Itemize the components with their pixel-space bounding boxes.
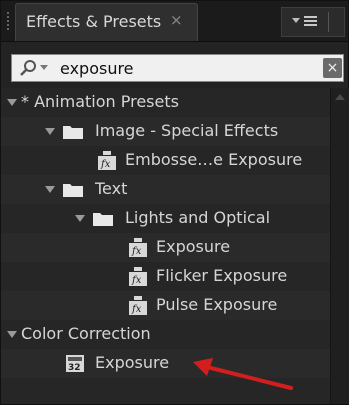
tree-item-lights-and-optical[interactable]: Lights and Optical xyxy=(1,204,330,233)
expand-triangle-icon[interactable] xyxy=(45,186,55,193)
expand-triangle-icon[interactable] xyxy=(45,128,55,135)
tree-item-pulse-exposure[interactable]: fx Pulse Exposure xyxy=(1,291,330,320)
tree-item-label: Lights and Optical xyxy=(125,208,271,227)
search-input[interactable]: exposure × xyxy=(11,54,344,82)
panel-menu-button[interactable] xyxy=(281,7,345,37)
scroll-up-arrow-icon[interactable] xyxy=(335,94,345,100)
tree-item-embossed-exposure[interactable]: fx Embosse…e Exposure xyxy=(1,146,330,175)
search-icon[interactable] xyxy=(18,59,38,77)
expand-triangle-icon[interactable] xyxy=(75,215,85,222)
folder-icon xyxy=(63,126,83,139)
divider xyxy=(328,12,329,32)
svg-text:fx: fx xyxy=(100,159,111,170)
tree-item-label: Exposure xyxy=(156,237,231,256)
tab-label: Effects & Presets xyxy=(26,12,162,31)
tab-effects-presets[interactable]: Effects & Presets × xyxy=(15,3,198,41)
animation-preset-icon: fx xyxy=(98,151,116,170)
tree-item-label: * Animation Presets xyxy=(21,92,179,111)
tree-item-exposure-preset[interactable]: fx Exposure xyxy=(1,233,330,262)
tree-item-label: Color Correction xyxy=(21,324,151,343)
panel-grip[interactable] xyxy=(6,11,10,31)
folder-icon xyxy=(93,213,113,226)
animation-preset-icon: fx xyxy=(129,267,147,286)
32bit-effect-icon: 32 xyxy=(66,355,84,373)
tab-close-icon[interactable]: × xyxy=(170,11,183,29)
svg-text:fx: fx xyxy=(131,275,142,286)
tree-item-label: Text xyxy=(95,179,128,198)
tree-item-label: Flicker Exposure xyxy=(156,266,288,285)
tree-item-flicker-exposure[interactable]: fx Flicker Exposure xyxy=(1,262,330,291)
tree-item-image-special-effects[interactable]: Image - Special Effects xyxy=(1,117,330,146)
tree-item-color-correction[interactable]: Color Correction xyxy=(1,320,330,349)
tree-item-label: Exposure xyxy=(95,353,170,372)
svg-text:fx: fx xyxy=(131,246,142,257)
expand-triangle-icon[interactable] xyxy=(7,331,17,338)
animation-preset-icon: fx xyxy=(129,296,147,315)
tree-item-animation-presets[interactable]: * Animation Presets xyxy=(1,88,330,117)
vertical-scrollbar[interactable] xyxy=(330,88,349,404)
red-annotation-arrow xyxy=(193,358,293,390)
clear-search-button[interactable]: × xyxy=(323,58,342,78)
tree-item-label: Pulse Exposure xyxy=(156,295,278,314)
panel-tab-bar: Effects & Presets × xyxy=(1,1,348,42)
svg-text:32: 32 xyxy=(68,363,81,373)
chevron-down-icon xyxy=(292,18,300,23)
expand-triangle-icon[interactable] xyxy=(7,99,17,106)
svg-text:fx: fx xyxy=(131,304,142,315)
search-value: exposure xyxy=(60,59,134,78)
tree-item-label: Image - Special Effects xyxy=(95,121,279,140)
folder-icon xyxy=(63,184,83,197)
search-options-chevron-icon[interactable] xyxy=(40,65,48,70)
tree-item-text[interactable]: Text xyxy=(1,175,330,204)
tree-item-label: Embosse…e Exposure xyxy=(125,150,303,169)
panel-menu-icon xyxy=(304,16,317,28)
effects-presets-panel: Effects & Presets × exposure × * Animati… xyxy=(0,0,349,405)
animation-preset-icon: fx xyxy=(129,238,147,257)
search-row: exposure × xyxy=(1,42,348,88)
